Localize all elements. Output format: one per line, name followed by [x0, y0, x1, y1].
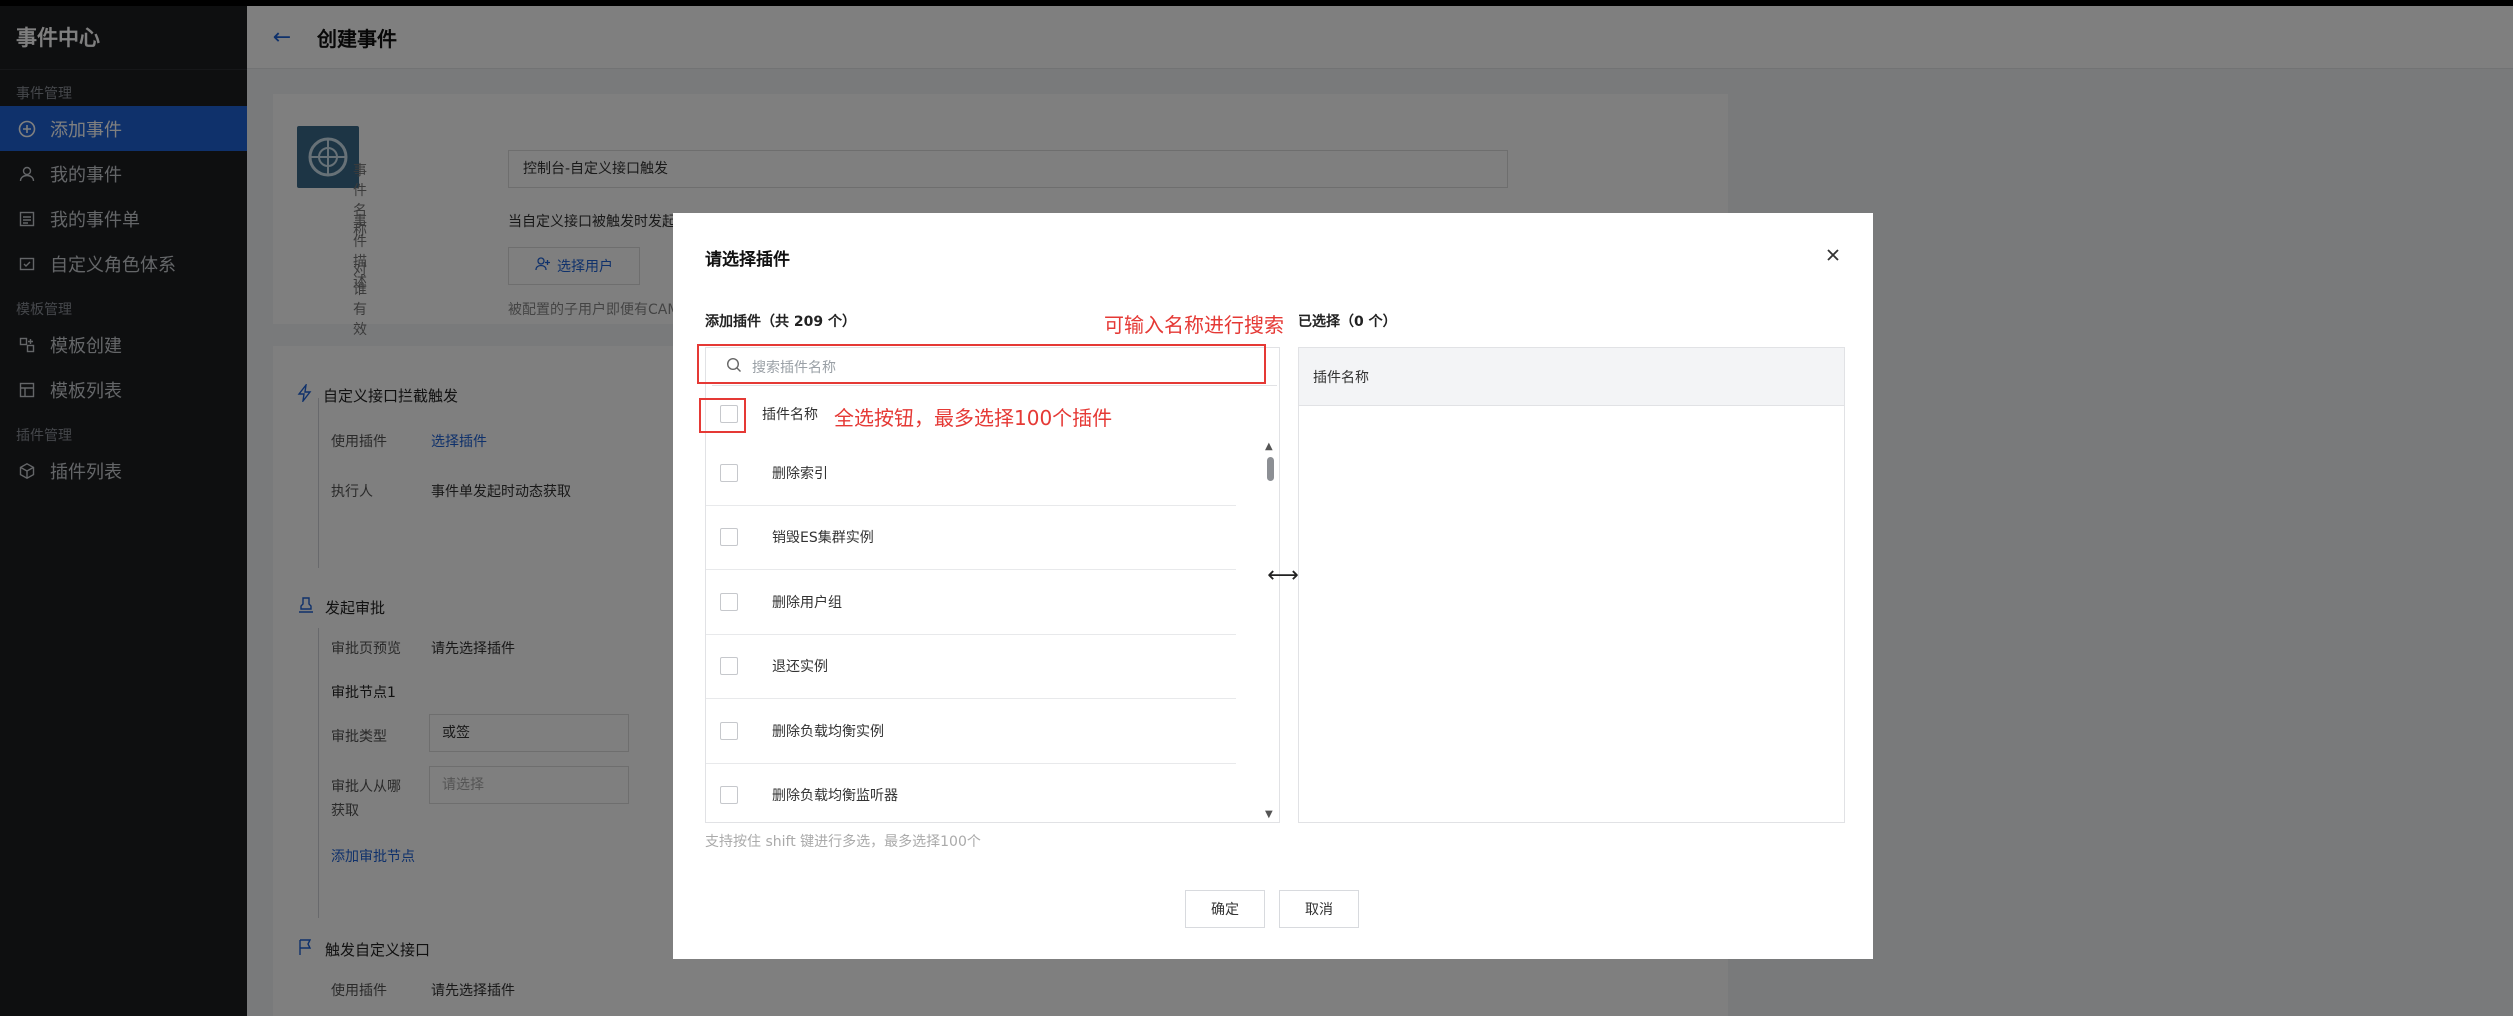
select-all-annotation-text: 全选按钮，最多选择100个插件: [834, 406, 1113, 430]
scroll-thumb[interactable]: [1267, 457, 1274, 481]
row-checkbox[interactable]: [720, 786, 738, 805]
close-icon[interactable]: [1821, 243, 1845, 267]
multi-select-hint: 支持按住 shift 键进行多选，最多选择100个: [705, 834, 981, 850]
row-checkbox[interactable]: [720, 721, 738, 740]
available-header: 添加插件（共 209 个）: [705, 314, 856, 330]
row-checkbox[interactable]: [720, 657, 738, 676]
list-item[interactable]: 删除负载均衡监听器: [706, 764, 1236, 823]
column-plugin-name: 插件名称: [762, 406, 818, 423]
search-annotation-text: 可输入名称进行搜索: [1104, 313, 1284, 337]
transfer-arrows-icon: ⟷: [1267, 563, 1299, 588]
selected-panel: 插件名称: [1298, 347, 1845, 823]
list-item[interactable]: 退还实例: [706, 635, 1236, 699]
list-scrollbar[interactable]: ▲ ▼: [1265, 441, 1275, 822]
selected-column-header: 插件名称: [1299, 348, 1844, 406]
list-item[interactable]: 删除用户组: [706, 570, 1236, 635]
row-checkbox[interactable]: [720, 463, 738, 482]
confirm-button[interactable]: 确定: [1185, 890, 1265, 928]
row-checkbox[interactable]: [720, 592, 738, 611]
list-item[interactable]: 销毁ES集群实例: [706, 506, 1236, 570]
selected-header: 已选择（0 个）: [1298, 314, 1397, 330]
plugin-list: 删除索引 销毁ES集群实例 删除用户组 退还实例 删除负载均衡实例 删除负载均衡…: [706, 441, 1279, 822]
search-annotation-box: [697, 344, 1266, 384]
modal-title: 请选择插件: [705, 250, 790, 270]
list-item[interactable]: 删除索引: [706, 441, 1236, 506]
scroll-down-arrow-icon[interactable]: ▼: [1265, 809, 1273, 820]
select-all-annotation-box: [699, 398, 746, 433]
row-checkbox[interactable]: [720, 528, 738, 547]
scroll-up-arrow-icon[interactable]: ▲: [1265, 441, 1273, 452]
list-item[interactable]: 删除负载均衡实例: [706, 699, 1236, 764]
cancel-button[interactable]: 取消: [1279, 890, 1359, 928]
